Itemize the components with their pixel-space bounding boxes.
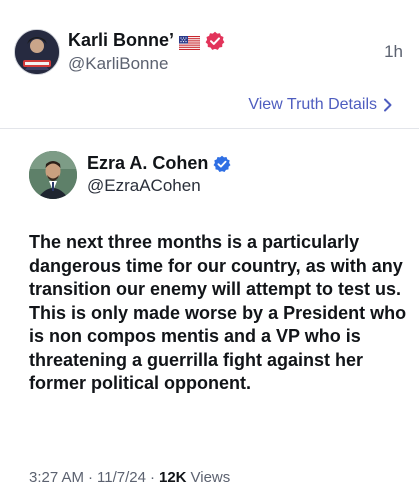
quoted-post-card[interactable]: Ezra A. Cohen @EzraACohen The next three… (0, 128, 419, 501)
quoted-post-text: The next three months is a particularly … (29, 232, 407, 393)
views-label: Views (190, 469, 231, 486)
quoted-post-meta: 3:27 AM · 11/7/24 · 12K Views (29, 469, 230, 486)
author-avatar[interactable] (14, 29, 60, 75)
us-flag-icon (178, 34, 201, 50)
author-name[interactable]: Karli Bonne’ (68, 30, 174, 51)
avatar-image (15, 30, 59, 74)
quoted-author-avatar[interactable] (29, 151, 77, 199)
post-time: 3:27 AM (29, 469, 85, 486)
quoted-avatar-image (29, 151, 77, 199)
meta-separator: · (88, 469, 94, 486)
quoted-author-name[interactable]: Ezra A. Cohen (87, 153, 208, 174)
quoted-author-handle[interactable]: @EzraACohen (87, 176, 201, 196)
author-name-row[interactable]: Karli Bonne’ (68, 30, 225, 51)
verified-badge-icon (213, 155, 231, 173)
post-date: 11/7/24 (97, 469, 146, 486)
verified-badge-icon (205, 31, 225, 51)
view-details-link[interactable]: View Truth Details (248, 96, 393, 114)
author-handle[interactable]: @KarliBonne (68, 54, 168, 74)
views-count: 12K (158, 469, 187, 486)
quoted-author-name-row[interactable]: Ezra A. Cohen (87, 153, 231, 174)
meta-separator: · (149, 469, 155, 486)
post: Karli Bonne’ @KarliBonne 1h View Truth D… (0, 0, 419, 501)
chevron-right-icon (383, 98, 393, 112)
post-time: 1h (384, 42, 403, 61)
view-details-label[interactable]: View Truth Details (248, 96, 377, 114)
